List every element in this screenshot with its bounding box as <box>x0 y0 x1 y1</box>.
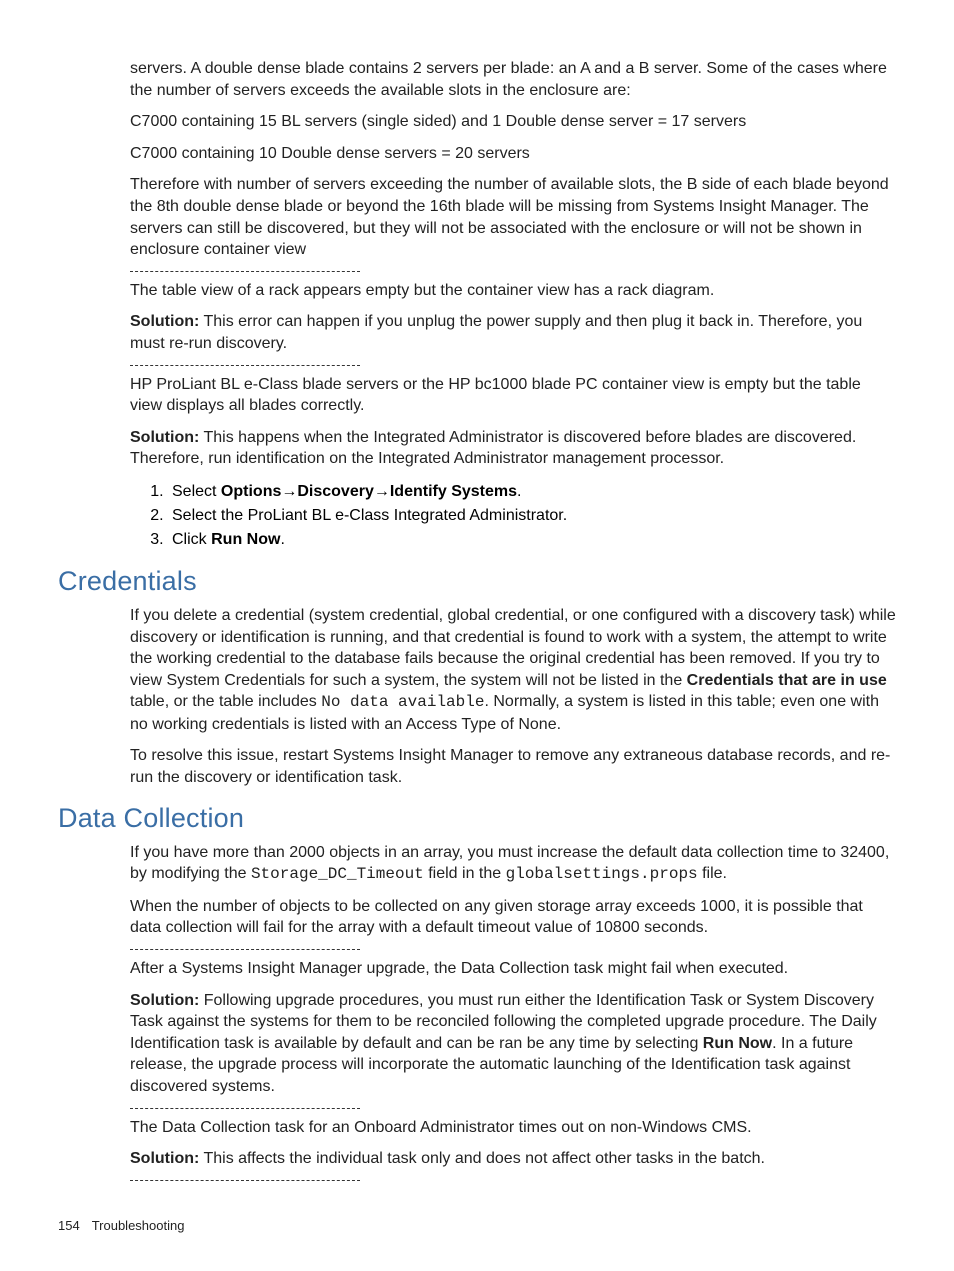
paragraph: Therefore with number of servers exceedi… <box>130 174 896 260</box>
text: . <box>517 483 521 500</box>
text: Click <box>172 531 211 548</box>
text: Select <box>172 483 221 500</box>
paragraph: C7000 containing 10 Double dense servers… <box>130 143 896 165</box>
arrow-icon: → <box>374 483 390 500</box>
inline-code: globalsettings.props <box>506 865 698 883</box>
solution-paragraph: Solution: This happens when the Integrat… <box>130 427 896 470</box>
text: This error can happen if you unplug the … <box>130 313 862 352</box>
text: . <box>280 531 284 548</box>
menu-path-options: Options <box>221 483 281 500</box>
solution-paragraph: Solution: This affects the individual ta… <box>130 1148 896 1170</box>
paragraph: If you have more than 2000 objects in an… <box>130 842 896 886</box>
heading-data-collection: Data Collection <box>58 803 896 834</box>
arrow-icon: → <box>281 483 297 500</box>
inline-bold: Credentials that are in use <box>687 672 887 689</box>
run-now-label: Run Now <box>703 1035 772 1052</box>
paragraph: After a Systems Insight Manager upgrade,… <box>130 958 896 980</box>
inline-code: No data available <box>321 693 484 711</box>
footer-title: Troubleshooting <box>92 1218 185 1233</box>
paragraph: To resolve this issue, restart Systems I… <box>130 745 896 788</box>
paragraph: If you delete a credential (system crede… <box>130 605 896 736</box>
paragraph: The Data Collection task for an Onboard … <box>130 1117 896 1139</box>
text: This affects the individual task only an… <box>199 1150 765 1167</box>
section-divider <box>130 1180 360 1181</box>
list-item: Select Options→Discovery→Identify System… <box>168 480 896 504</box>
list-item: Select the ProLiant BL e-Class Integrate… <box>168 504 896 528</box>
text: field in the <box>424 865 506 882</box>
solution-label: Solution: <box>130 992 199 1009</box>
page-number: 154 <box>58 1218 80 1233</box>
list-item: Click Run Now. <box>168 528 896 552</box>
run-now-label: Run Now <box>211 531 280 548</box>
paragraph: The table view of a rack appears empty b… <box>130 280 896 302</box>
inline-code: Storage_DC_Timeout <box>251 865 424 883</box>
solution-label: Solution: <box>130 313 199 330</box>
paragraph: When the number of objects to be collect… <box>130 896 896 939</box>
text: file. <box>698 865 727 882</box>
solution-paragraph: Solution: This error can happen if you u… <box>130 311 896 354</box>
solution-label: Solution: <box>130 429 199 446</box>
text: This happens when the Integrated Adminis… <box>130 429 856 468</box>
section-divider <box>130 1108 360 1109</box>
ordered-steps: Select Options→Discovery→Identify System… <box>130 480 896 552</box>
paragraph: C7000 containing 15 BL servers (single s… <box>130 111 896 133</box>
paragraph: HP ProLiant BL e-Class blade servers or … <box>130 374 896 417</box>
solution-paragraph: Solution: Following upgrade procedures, … <box>130 990 896 1098</box>
section-divider <box>130 949 360 950</box>
menu-path-discovery: Discovery <box>297 483 374 500</box>
document-page: servers. A double dense blade contains 2… <box>0 0 954 1271</box>
page-footer: 154 Troubleshooting <box>58 1218 184 1233</box>
text: table, or the table includes <box>130 693 321 710</box>
heading-credentials: Credentials <box>58 566 896 597</box>
section-divider <box>130 271 360 272</box>
solution-label: Solution: <box>130 1150 199 1167</box>
menu-path-identify: Identify Systems <box>390 483 517 500</box>
section-divider <box>130 365 360 366</box>
paragraph: servers. A double dense blade contains 2… <box>130 58 896 101</box>
